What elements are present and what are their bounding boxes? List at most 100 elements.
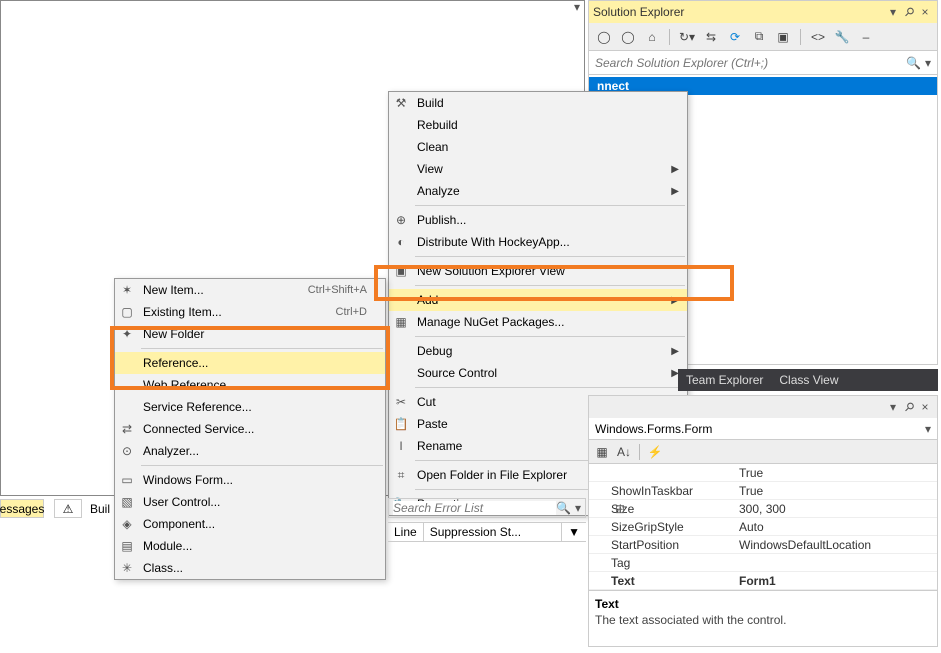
- tab-team-explorer[interactable]: Team Explorer: [678, 369, 771, 391]
- menu-separator: [415, 205, 685, 206]
- search-icon[interactable]: 🔍: [556, 501, 571, 515]
- property-row[interactable]: SizeGripStyleAuto: [589, 518, 937, 536]
- properties-object-selector[interactable]: Windows.Forms.Form ▾: [589, 418, 937, 440]
- menu-item-publish[interactable]: ⊕ Publish...: [389, 209, 687, 231]
- menu-item-analyze[interactable]: Analyze▶: [389, 180, 687, 202]
- menu-item-reference[interactable]: Reference...: [115, 352, 385, 374]
- tab-class-view[interactable]: Class View: [771, 369, 846, 391]
- property-value[interactable]: True: [739, 484, 937, 498]
- property-row[interactable]: ShowInTaskbarTrue: [589, 482, 937, 500]
- window-position-icon[interactable]: ▾: [885, 400, 901, 414]
- pin-icon[interactable]: [901, 400, 917, 414]
- menu-item-distribute-with-hockeyapp[interactable]: ◐Distribute With HockeyApp...: [389, 231, 687, 253]
- property-name: SizeGripStyle: [589, 520, 739, 534]
- menu-separator: [415, 256, 685, 257]
- menu-item-manage-nuget-packages[interactable]: ▦Manage NuGet Packages...: [389, 311, 687, 333]
- menu-item-analyzer[interactable]: ⊙ Analyzer...: [115, 440, 385, 462]
- menu-item-label: Manage NuGet Packages...: [417, 315, 679, 329]
- new-item-icon: ✶: [119, 283, 135, 297]
- menu-item-user-control[interactable]: ▧User Control...: [115, 491, 385, 513]
- property-value[interactable]: 300, 300: [739, 502, 937, 516]
- menu-shortcut: Ctrl+D: [336, 306, 377, 318]
- toolbar-separator: [800, 29, 801, 45]
- property-row[interactable]: True: [589, 464, 937, 482]
- menu-item-add[interactable]: Add▶: [389, 289, 687, 311]
- close-icon[interactable]: ×: [917, 400, 933, 414]
- menu-item-new-solution-explorer-view[interactable]: ▣New Solution Explorer View: [389, 260, 687, 282]
- refresh-icon[interactable]: ⇆: [702, 28, 720, 46]
- col-line[interactable]: Line: [388, 523, 424, 541]
- expand-icon[interactable]: ⊞: [615, 502, 625, 516]
- analyzer-icon: ⊙: [119, 444, 135, 458]
- menu-item-module[interactable]: ▤Module...: [115, 535, 385, 557]
- dropdown-arrow-icon[interactable]: ▾: [570, 0, 584, 14]
- submenu-arrow-icon: ▶: [671, 346, 679, 357]
- tab-messages[interactable]: essages: [0, 499, 44, 518]
- filter-icon[interactable]: ▼: [562, 523, 586, 541]
- submenu-arrow-icon: ▶: [671, 164, 679, 175]
- menu-item-windows-form[interactable]: ▭Windows Form...: [115, 469, 385, 491]
- error-list-search[interactable]: 🔍 ▾: [388, 498, 586, 518]
- events-icon[interactable]: ⚡: [646, 443, 664, 461]
- property-value[interactable]: True: [739, 466, 937, 480]
- warning-icon[interactable]: ⚠: [54, 499, 82, 518]
- menu-item-label: Publish...: [417, 213, 679, 227]
- menu-item-label: Distribute With HockeyApp...: [417, 235, 679, 249]
- property-row[interactable]: StartPositionWindowsDefaultLocation: [589, 536, 937, 554]
- solution-explorer-titlebar: Solution Explorer ▾ ×: [589, 1, 937, 23]
- search-icon[interactable]: 🔍: [906, 56, 921, 70]
- sync-active-icon[interactable]: ⟳: [726, 28, 744, 46]
- solution-search-input[interactable]: [595, 56, 906, 70]
- close-icon[interactable]: ×: [917, 5, 933, 19]
- menu-item-service-reference[interactable]: Service Reference...: [115, 396, 385, 418]
- alphabetical-icon[interactable]: A↓: [615, 443, 633, 461]
- home-icon[interactable]: ⌂: [643, 28, 661, 46]
- menu-item-debug[interactable]: Debug▶: [389, 340, 687, 362]
- menu-item-class[interactable]: ✳Class...: [115, 557, 385, 579]
- pin-icon[interactable]: [901, 5, 917, 19]
- publish-icon: ⊕: [393, 213, 409, 227]
- property-row[interactable]: Tag: [589, 554, 937, 572]
- component-icon: ◈: [119, 517, 135, 531]
- property-row[interactable]: ⊞Size300, 300: [589, 500, 937, 518]
- menu-item-label: Class...: [143, 561, 377, 575]
- menu-item-clean[interactable]: Clean: [389, 136, 687, 158]
- menu-item-label: Windows Form...: [143, 473, 377, 487]
- property-value[interactable]: Auto: [739, 520, 937, 534]
- menu-item-label: Analyzer...: [143, 444, 377, 458]
- menu-item-label: Service Reference...: [143, 400, 377, 414]
- menu-item-web-reference[interactable]: Web Reference...: [115, 374, 385, 396]
- menu-item-component[interactable]: ◈Component...: [115, 513, 385, 535]
- error-list-columns: Line Suppression St... ▼: [388, 522, 586, 542]
- property-value[interactable]: WindowsDefaultLocation: [739, 538, 937, 552]
- categorized-icon[interactable]: ▦: [593, 443, 611, 461]
- col-suppression[interactable]: Suppression St...: [424, 523, 562, 541]
- collapse-icon[interactable]: ⧉: [750, 28, 768, 46]
- error-list-search-input[interactable]: [393, 501, 556, 515]
- preview-icon[interactable]: ‒: [857, 28, 875, 46]
- menu-item-new-folder[interactable]: ✦New Folder: [115, 323, 385, 345]
- menu-item-build[interactable]: ⚒Build: [389, 92, 687, 114]
- solution-search[interactable]: 🔍 ▾: [589, 51, 937, 75]
- menu-item-view[interactable]: View▶: [389, 158, 687, 180]
- search-dropdown-icon[interactable]: ▾: [575, 501, 581, 515]
- menu-item-connected-service[interactable]: ⇄Connected Service...: [115, 418, 385, 440]
- property-row[interactable]: TextForm1: [589, 572, 937, 590]
- existing-item-icon: ▢: [119, 305, 135, 319]
- folder-icon: ⌗: [393, 468, 409, 483]
- sync-icon[interactable]: ↻▾: [678, 28, 696, 46]
- properties-grid[interactable]: TrueShowInTaskbarTrue⊞Size300, 300SizeGr…: [589, 464, 937, 590]
- properties-icon[interactable]: 🔧: [833, 28, 851, 46]
- menu-item-label: Module...: [143, 539, 377, 553]
- menu-item-source-control[interactable]: Source Control▶: [389, 362, 687, 384]
- search-dropdown-icon[interactable]: ▾: [925, 56, 931, 70]
- forward-icon[interactable]: ◯: [619, 28, 637, 46]
- menu-item-new-item[interactable]: ✶New Item...Ctrl+Shift+A: [115, 279, 385, 301]
- back-icon[interactable]: ◯: [595, 28, 613, 46]
- showall-icon[interactable]: ▣: [774, 28, 792, 46]
- window-position-icon[interactable]: ▾: [885, 5, 901, 19]
- menu-item-rebuild[interactable]: Rebuild: [389, 114, 687, 136]
- menu-item-existing-item[interactable]: ▢Existing Item...Ctrl+D: [115, 301, 385, 323]
- code-icon[interactable]: <>: [809, 28, 827, 46]
- property-value[interactable]: Form1: [739, 574, 937, 588]
